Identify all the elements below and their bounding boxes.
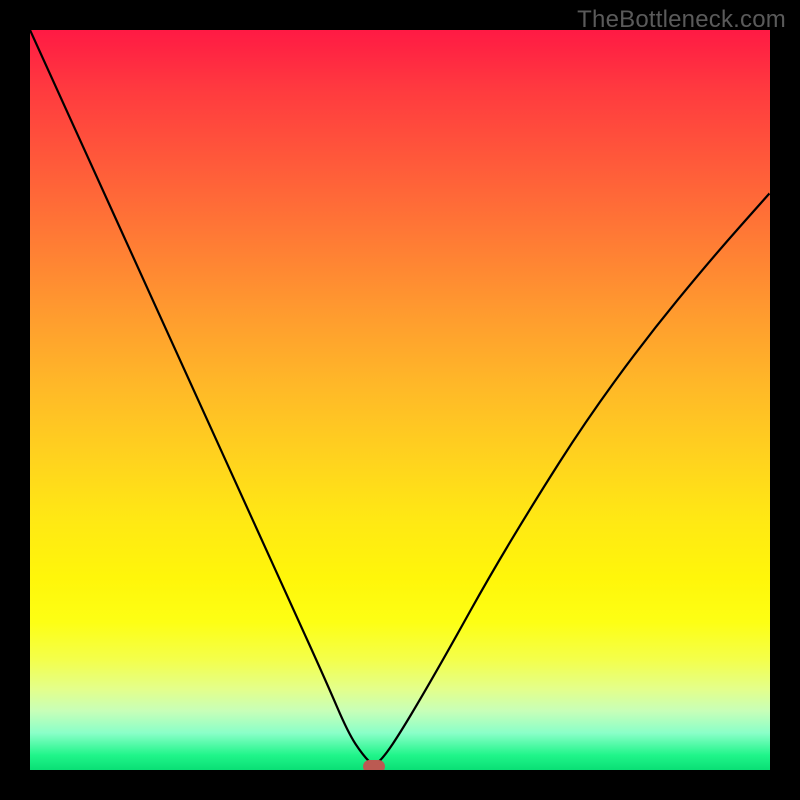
curve-svg bbox=[30, 30, 770, 770]
chart-container: TheBottleneck.com bbox=[0, 0, 800, 800]
plot-area bbox=[30, 30, 770, 770]
watermark-text: TheBottleneck.com bbox=[577, 6, 786, 34]
bottleneck-curve bbox=[30, 30, 770, 764]
optimal-point-marker bbox=[363, 760, 385, 770]
